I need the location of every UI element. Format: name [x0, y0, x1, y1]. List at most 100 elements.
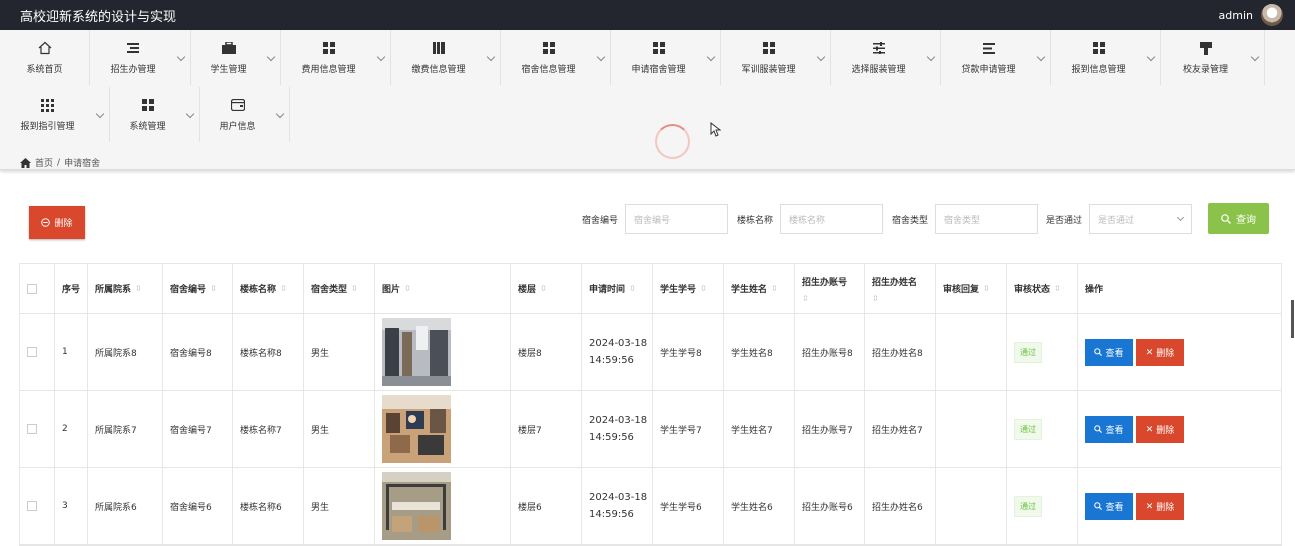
- nav-item-user-info[interactable]: 用户信息: [200, 87, 290, 142]
- status-badge: 通过: [1014, 341, 1042, 363]
- row-dept: 所属院系8: [88, 314, 163, 390]
- row-no: 3: [55, 468, 88, 544]
- nav-label: 用户信息: [219, 122, 256, 132]
- header-cell[interactable]: 审核回复 ⇳: [936, 264, 1007, 313]
- approved-select[interactable]: 是否通过: [1089, 204, 1193, 234]
- dorm-photo[interactable]: [382, 395, 451, 463]
- loading-spinner: [655, 124, 690, 159]
- nav-item-payment[interactable]: 缴费信息管理: [391, 30, 501, 85]
- nav-item-alumni[interactable]: 校友录管理: [1161, 30, 1265, 85]
- nav-label: 校友录管理: [1182, 65, 1228, 75]
- query-button[interactable]: 查询: [1208, 203, 1269, 234]
- header-cell[interactable]: 宿舍编号 ⇳: [163, 264, 233, 313]
- chevron-down-icon: [1176, 213, 1185, 222]
- user-menu[interactable]: admin: [1219, 4, 1283, 26]
- chevron-down-icon: [266, 52, 276, 62]
- breadcrumb-separator: /: [57, 157, 61, 168]
- batch-delete-label: 删除: [54, 218, 73, 228]
- search-building: 楼栋名称 楼栋名称: [737, 204, 884, 234]
- row-checkbox[interactable]: [27, 501, 37, 511]
- header-cell[interactable]: 审核状态 ⇳: [1007, 264, 1078, 313]
- breadcrumb-current: 申请宿舍: [64, 159, 101, 169]
- row-office-name: 招生办姓名6: [865, 468, 936, 544]
- sort-icon: ⇳: [540, 284, 547, 293]
- row-building: 楼栋名称6: [233, 468, 304, 544]
- nav-item-guide[interactable]: 报到指引管理: [0, 87, 110, 142]
- row-office-name: 招生办姓名8: [865, 314, 936, 390]
- nav-item-home[interactable]: 系统首页: [0, 30, 90, 85]
- delete-button[interactable]: ✕ 删除: [1136, 415, 1184, 443]
- row-dorm-no: 宿舍编号8: [163, 314, 233, 390]
- chevron-down-icon: [816, 52, 826, 62]
- nav-row-1: 系统首页 招生办管理 学生管理 费用信息管理 缴费信息管理 宿舍信息管理 申请宿…: [0, 30, 1295, 85]
- row-no: 1: [55, 314, 88, 390]
- dorm-type-input[interactable]: 宿舍类型: [935, 204, 1039, 234]
- nav-item-student[interactable]: 学生管理: [191, 30, 281, 85]
- apps-icon: [40, 97, 56, 113]
- avatar[interactable]: [1261, 4, 1283, 26]
- status-badge: 通过: [1014, 418, 1042, 440]
- nav-item-dorm-info[interactable]: 宿舍信息管理: [501, 30, 611, 85]
- header-cell[interactable]: 申请时间 ⇳: [582, 264, 653, 313]
- close-icon: ✕: [1145, 346, 1154, 357]
- nav-item-loan[interactable]: 贷款申请管理: [941, 30, 1051, 85]
- header-cell[interactable]: 图片 ⇳: [375, 264, 511, 313]
- select-all-checkbox[interactable]: [27, 283, 37, 294]
- batch-delete-button[interactable]: 删除: [29, 206, 85, 239]
- nav-item-dorm-apply[interactable]: 申请宿舍管理: [611, 30, 721, 85]
- header-cell[interactable]: 宿舍类型 ⇳: [304, 264, 375, 313]
- nav-item-uniform[interactable]: 军训服装管理: [721, 30, 831, 85]
- dorm-no-input[interactable]: 宿舍编号: [625, 204, 729, 234]
- header-cell[interactable]: 所属院系 ⇳: [88, 264, 163, 313]
- header-select-all[interactable]: [20, 264, 55, 313]
- sort-icon: ⇳: [700, 284, 707, 293]
- nav-item-admission[interactable]: 招生办管理: [90, 30, 191, 85]
- header-cell[interactable]: 学生学号 ⇳: [653, 264, 724, 313]
- header-cell[interactable]: 楼层 ⇳: [511, 264, 582, 313]
- delete-button[interactable]: ✕ 删除: [1136, 338, 1184, 366]
- nav-label: 宿舍信息管理: [521, 65, 576, 75]
- row-dept: 所属院系7: [88, 391, 163, 467]
- nav-item-uniform-choice[interactable]: 选择服装管理: [831, 30, 941, 85]
- view-button[interactable]: 查看: [1085, 338, 1133, 366]
- breadcrumb-home[interactable]: 首页: [35, 156, 53, 169]
- nav-label: 缴费信息管理: [411, 65, 466, 75]
- home-icon: [20, 157, 31, 168]
- row-building: 楼栋名称8: [233, 314, 304, 390]
- building-input[interactable]: 楼栋名称: [780, 204, 884, 234]
- header-cell[interactable]: 招生办账号 ⇳: [795, 264, 865, 313]
- header-cell[interactable]: 招生办姓名 ⇳: [865, 264, 936, 313]
- row-type: 男生: [304, 314, 375, 390]
- sort-icon: ⇳: [872, 293, 879, 303]
- sort-icon: ⇳: [280, 284, 287, 293]
- nav-item-fee-info[interactable]: 费用信息管理: [281, 30, 391, 85]
- row-office-account: 招生办账号7: [795, 391, 865, 467]
- view-button[interactable]: 查看: [1085, 415, 1133, 443]
- row-time: 14:59:56: [589, 432, 634, 443]
- sort-icon: ⇳: [1054, 284, 1061, 293]
- header-cell[interactable]: 学生姓名 ⇳: [724, 264, 795, 313]
- row-date: 2024-03-18: [589, 415, 648, 426]
- dorm-photo[interactable]: [382, 318, 451, 386]
- table-row: 2 所属院系7 宿舍编号7 楼栋名称7 男生 楼层7 2024-03-18 14…: [20, 391, 1281, 468]
- sort-icon: ⇳: [135, 284, 142, 293]
- nav-label: 费用信息管理: [301, 65, 356, 75]
- dorm-photo[interactable]: [382, 472, 451, 540]
- row-type: 男生: [304, 391, 375, 467]
- search-label: 宿舍编号: [582, 215, 619, 226]
- row-checkbox[interactable]: [27, 347, 37, 357]
- nav-item-checkin[interactable]: 报到信息管理: [1051, 30, 1161, 85]
- close-icon: ✕: [1145, 500, 1154, 511]
- brush-icon: [1198, 40, 1214, 56]
- search-approved: 是否通过 是否通过: [1046, 204, 1193, 234]
- scrollbar-thumb[interactable]: [1291, 300, 1294, 338]
- nav-label: 贷款申请管理: [961, 65, 1016, 75]
- header-cell[interactable]: 楼栋名称 ⇳: [233, 264, 304, 313]
- row-checkbox[interactable]: [27, 424, 37, 434]
- row-date: 2024-03-18: [589, 338, 648, 349]
- query-label: 查询: [1236, 215, 1256, 226]
- delete-button[interactable]: ✕ 删除: [1136, 492, 1184, 520]
- nav-label: 招生办管理: [110, 65, 156, 75]
- view-button[interactable]: 查看: [1085, 492, 1133, 520]
- nav-item-system[interactable]: 系统管理: [110, 87, 200, 142]
